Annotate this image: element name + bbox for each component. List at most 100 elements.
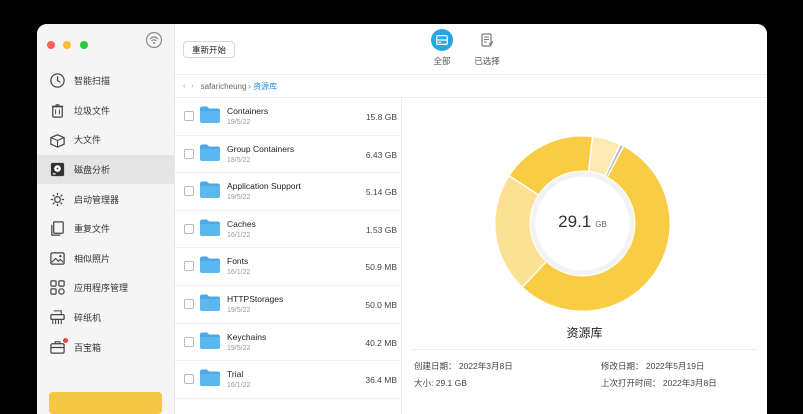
file-name: Application Support xyxy=(227,181,301,192)
file-row[interactable]: Trial 16/1/22 36.4 MB xyxy=(175,361,401,399)
file-row[interactable]: Containers 19/5/22 15.8 GB xyxy=(175,98,401,136)
sidebar-item-label: 相似照片 xyxy=(74,253,111,264)
folder-size: 大小: 29.1 GB xyxy=(414,378,467,388)
sidebar-item-disk-analysis[interactable]: 磁盘分析 xyxy=(37,154,174,185)
back-forward-arrows[interactable]: ‹ › xyxy=(183,83,196,90)
sidebar-action-button[interactable] xyxy=(49,392,162,414)
file-name: Caches xyxy=(227,218,256,229)
file-size: 1.53 GB xyxy=(365,224,397,235)
sidebar-item-label: 启动管理器 xyxy=(74,194,120,205)
window-controls xyxy=(47,36,92,54)
sidebar-item-similar-photos[interactable]: 相似照片 xyxy=(37,244,174,274)
duplicate-files-icon xyxy=(48,220,66,238)
sidebar-item-app-manager[interactable]: 应用程序管理 xyxy=(37,273,174,303)
sidebar-item-duplicate-files[interactable]: 重复文件 xyxy=(37,214,174,244)
startup-gear-icon xyxy=(48,190,66,208)
sidebar-item-label: 大文件 xyxy=(74,135,102,146)
file-row[interactable]: Group Containers 18/5/22 6.43 GB xyxy=(175,136,401,174)
file-date: 16/1/22 xyxy=(227,269,251,277)
folder-icon xyxy=(200,294,220,311)
file-checkbox[interactable] xyxy=(184,261,194,272)
restart-button[interactable]: 重新开始 xyxy=(183,41,236,58)
clock-scan-icon xyxy=(48,72,66,90)
file-row[interactable]: Fonts 16/1/22 50.9 MB xyxy=(175,248,401,286)
notification-badge xyxy=(63,338,68,344)
trash-icon xyxy=(48,101,66,119)
breadcrumb-parent[interactable]: safaricheung xyxy=(201,82,247,91)
file-name: Keychains xyxy=(227,331,267,342)
sidebar-item-startup-manager[interactable]: 启动管理器 xyxy=(37,184,174,214)
file-size: 50.0 MB xyxy=(365,299,397,310)
folder-icon xyxy=(200,256,220,274)
file-name: Containers xyxy=(227,106,269,116)
file-checkbox[interactable] xyxy=(184,186,194,197)
file-checkbox[interactable] xyxy=(184,336,194,347)
sidebar-item-shredder[interactable]: 碎纸机 xyxy=(37,303,174,333)
folder-icon xyxy=(200,369,220,387)
file-date: 19/5/22 xyxy=(227,119,251,126)
minimize-window-button[interactable] xyxy=(63,41,72,49)
apps-grid-icon xyxy=(48,279,66,297)
detail-panel: 29.1 GB 资源库 创建日期： 2022年3月8日 修改日期： 2022年5月… xyxy=(402,98,767,414)
file-date: 16/1/22 xyxy=(227,231,251,239)
shredder-icon xyxy=(48,309,66,327)
sidebar-item-toolbox[interactable]: 百宝箱 xyxy=(37,332,174,362)
sidebar-item-large-files[interactable]: 大文件 xyxy=(37,125,174,155)
folder-title: 资源库 xyxy=(566,326,603,340)
sidebar-item-label: 垃圾文件 xyxy=(74,105,111,116)
file-date: 19/5/22 xyxy=(227,194,251,202)
large-file-box-icon xyxy=(48,131,66,149)
photos-icon xyxy=(48,249,66,267)
folder-icon xyxy=(200,181,220,199)
file-checkbox[interactable] xyxy=(184,298,194,309)
sidebar-item-label: 智能扫描 xyxy=(74,76,111,87)
zoom-window-button[interactable] xyxy=(79,41,88,49)
modified-date: 修改日期： 2022年5月19日 xyxy=(601,361,705,371)
created-date: 创建日期： 2022年3月8日 xyxy=(414,361,513,371)
folder-icon xyxy=(200,219,220,236)
disk-icon xyxy=(48,161,66,179)
file-checkbox[interactable] xyxy=(184,111,194,121)
file-date: 19/5/22 xyxy=(227,344,251,352)
file-row[interactable]: Caches 16/1/22 1.53 GB xyxy=(175,211,401,249)
close-window-button[interactable] xyxy=(47,41,55,49)
breadcrumb-separator: › xyxy=(248,81,252,91)
total-size-unit: GB xyxy=(595,220,607,229)
tab-all[interactable]: 全部 xyxy=(422,29,462,67)
folder-icon xyxy=(200,332,220,349)
toolbar: 重新开始 全部 已选择 xyxy=(175,24,767,75)
sidebar: 智能扫描 垃圾文件 大文件 磁盘分析 启动管理器 重复文件 相似照片 应用程序管… xyxy=(37,24,175,414)
file-checkbox[interactable] xyxy=(184,223,194,234)
sidebar-item-smart-scan[interactable]: 智能扫描 xyxy=(37,66,174,96)
sidebar-item-junk-files[interactable]: 垃圾文件 xyxy=(37,96,174,126)
app-window: 智能扫描 垃圾文件 大文件 磁盘分析 启动管理器 重复文件 相似照片 应用程序管… xyxy=(37,24,767,414)
sidebar-nav: 智能扫描 垃圾文件 大文件 磁盘分析 启动管理器 重复文件 相似照片 应用程序管… xyxy=(37,66,174,362)
file-row[interactable]: Keychains 19/5/22 40.2 MB xyxy=(175,324,401,362)
sidebar-item-label: 碎纸机 xyxy=(74,313,102,324)
file-name: Group Containers xyxy=(227,143,295,154)
tab-label: 已选择 xyxy=(474,56,500,66)
file-checkbox[interactable] xyxy=(184,148,194,159)
last-opened-date: 上次打开时间： 2022年3月8日 xyxy=(601,378,717,388)
sidebar-item-label: 重复文件 xyxy=(74,224,111,235)
file-size: 36.4 MB xyxy=(365,375,397,386)
signal-icon[interactable] xyxy=(145,31,163,49)
file-size: 5.14 GB xyxy=(365,187,397,198)
file-date: 18/5/22 xyxy=(227,156,251,164)
divider xyxy=(412,349,757,350)
file-name: Trial xyxy=(227,369,244,380)
total-size: 29.1 GB xyxy=(495,212,670,232)
folder-icon xyxy=(200,144,220,161)
file-row[interactable]: Application Support 19/5/22 5.14 GB xyxy=(175,173,401,211)
file-checkbox[interactable] xyxy=(184,374,194,385)
drive-icon xyxy=(431,29,453,51)
sidebar-item-label: 百宝箱 xyxy=(74,342,102,353)
file-list: Containers 19/5/22 15.8 GB Group Containers… xyxy=(175,98,402,414)
tab-selected[interactable]: 已选择 xyxy=(467,29,507,67)
folder-icon xyxy=(200,106,220,123)
file-row[interactable]: HTTPStorages 19/5/22 50.0 MB xyxy=(175,286,401,324)
tab-label: 全部 xyxy=(433,56,451,66)
file-date: 16/1/22 xyxy=(227,382,251,390)
total-size-value: 29.1 xyxy=(558,212,592,231)
file-size: 40.2 MB xyxy=(365,337,397,348)
